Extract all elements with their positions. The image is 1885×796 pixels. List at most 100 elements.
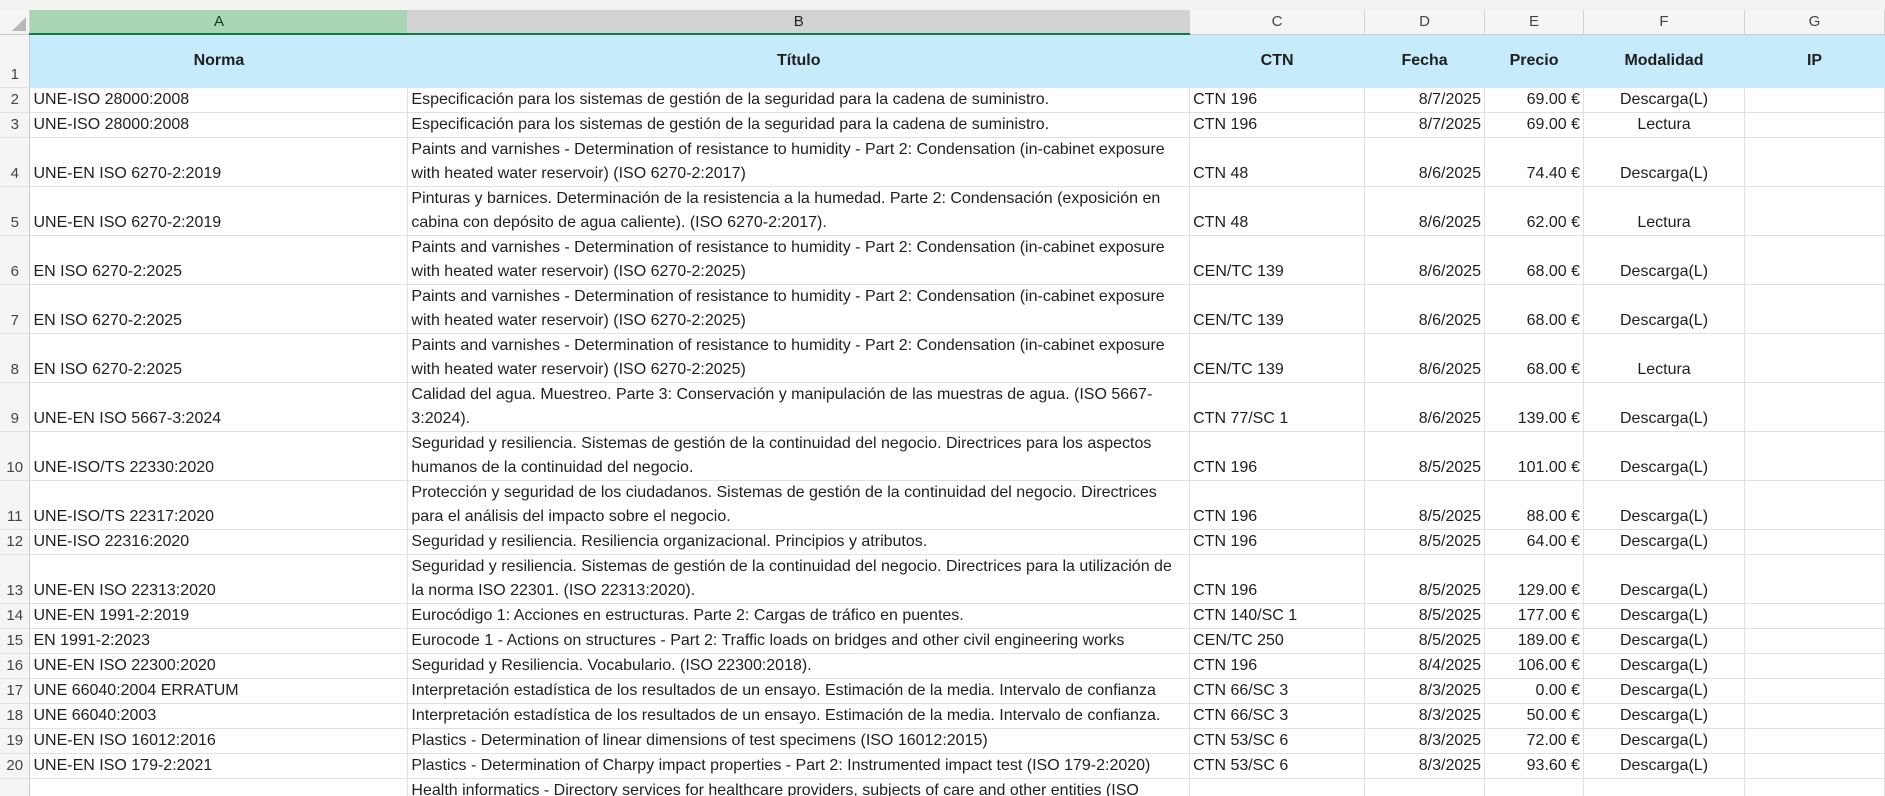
cell-modalidad[interactable]: Descarga(L) [1583, 653, 1745, 679]
cell-ip[interactable] [1744, 431, 1885, 481]
row-header[interactable]: 7 [0, 284, 31, 334]
cell-norma[interactable]: UNE-EN 1991-2:2019 [29, 603, 409, 629]
cell-fecha[interactable]: 8/3/2025 [1364, 778, 1486, 796]
cell-fecha[interactable]: 8/7/2025 [1364, 87, 1486, 113]
cell-precio[interactable]: 68.00 € [1484, 333, 1585, 383]
cell-norma[interactable]: EN 1991-2:2023 [29, 628, 409, 654]
row-header[interactable]: 17 [0, 678, 31, 704]
cell-fecha[interactable]: 8/5/2025 [1364, 554, 1486, 604]
cell-ctn[interactable]: CTN 196 [1189, 431, 1366, 481]
cell-modalidad[interactable]: Descarga(L) [1583, 382, 1745, 432]
cell-modalidad[interactable]: Descarga(L) [1583, 753, 1745, 779]
column-header-g[interactable]: G [1744, 10, 1885, 35]
cell-titulo[interactable]: Protección y seguridad de los ciudadanos… [407, 480, 1191, 530]
cell-titulo[interactable]: Calidad del agua. Muestreo. Parte 3: Con… [407, 382, 1191, 432]
cell-fecha[interactable]: 8/5/2025 [1364, 480, 1486, 530]
cell-ip[interactable] [1744, 480, 1885, 530]
cell-modalidad[interactable]: Descarga(L) [1583, 703, 1745, 729]
cell-modalidad[interactable]: Descarga(L) [1583, 284, 1745, 334]
cell-ip[interactable] [1744, 653, 1885, 679]
cell-precio[interactable]: 189.00 € [1484, 628, 1585, 654]
cell-norma[interactable]: UNE-ISO/TS 22317:2020 [29, 480, 409, 530]
cell-titulo[interactable]: Interpretación estadística de los result… [407, 678, 1191, 704]
cell-precio[interactable]: 177.00 € [1484, 603, 1585, 629]
cell-titulo[interactable]: Plastics - Determination of linear dimen… [407, 728, 1191, 754]
header-cell-titulo[interactable]: Título [407, 34, 1191, 88]
row-header[interactable]: 16 [0, 653, 31, 679]
cell-precio[interactable]: 129.00 € [1484, 554, 1585, 604]
cell-fecha[interactable]: 8/3/2025 [1364, 678, 1486, 704]
cell-precio[interactable]: 62.00 € [1484, 186, 1585, 236]
cell-modalidad[interactable]: Descarga(L) [1583, 235, 1745, 285]
cell-titulo[interactable]: Seguridad y resiliencia. Sistemas de ges… [407, 431, 1191, 481]
column-header-a[interactable]: A [29, 10, 409, 35]
cell-norma[interactable]: UNE-EN ISO 6270-2:2019 [29, 137, 409, 187]
row-header[interactable]: 8 [0, 333, 31, 383]
cell-modalidad[interactable]: Descarga(L) [1583, 678, 1745, 704]
cell-modalidad[interactable]: Descarga(L) [1583, 529, 1745, 555]
cell-norma[interactable]: UNE-EN ISO 22313:2020 [29, 554, 409, 604]
cell-fecha[interactable]: 8/6/2025 [1364, 235, 1486, 285]
row-header[interactable]: 15 [0, 628, 31, 654]
select-all-button[interactable] [0, 10, 31, 35]
cell-ip[interactable] [1744, 678, 1885, 704]
header-cell-norma[interactable]: Norma [29, 34, 409, 88]
cell-precio[interactable]: 0.00 € [1484, 678, 1585, 704]
row-header[interactable]: 3 [0, 112, 31, 138]
cell-precio[interactable]: 89.00 € [1484, 778, 1585, 796]
column-header-b[interactable]: B [407, 10, 1191, 35]
row-header[interactable]: 18 [0, 703, 31, 729]
cell-titulo[interactable]: Paints and varnishes - Determination of … [407, 137, 1191, 187]
cell-titulo[interactable]: Pinturas y barnices. Determinación de la… [407, 186, 1191, 236]
cell-fecha[interactable]: 8/6/2025 [1364, 186, 1486, 236]
cell-ctn[interactable]: CTN 196 [1189, 653, 1366, 679]
cell-ip[interactable] [1744, 186, 1885, 236]
cell-ip[interactable] [1744, 728, 1885, 754]
cell-norma[interactable]: EN ISO 6270-2:2025 [29, 284, 409, 334]
cell-titulo[interactable]: Paints and varnishes - Determination of … [407, 333, 1191, 383]
row-header[interactable]: 20 [0, 753, 31, 779]
row-header[interactable]: 14 [0, 603, 31, 629]
cell-ctn[interactable]: CEN/TC 139 [1189, 333, 1366, 383]
cell-fecha[interactable]: 8/6/2025 [1364, 284, 1486, 334]
cell-fecha[interactable]: 8/3/2025 [1364, 753, 1486, 779]
row-header[interactable]: 4 [0, 137, 31, 187]
cell-ctn[interactable]: CTN 139 [1189, 778, 1366, 796]
cell-norma[interactable]: UNE 66040:2003 [29, 703, 409, 729]
cell-ctn[interactable]: CTN 140/SC 1 [1189, 603, 1366, 629]
cell-modalidad[interactable]: Descarga(L) [1583, 87, 1745, 113]
header-cell-ctn[interactable]: CTN [1189, 34, 1366, 88]
row-header[interactable]: 10 [0, 431, 31, 481]
row-header[interactable]: 12 [0, 529, 31, 555]
cell-fecha[interactable]: 8/6/2025 [1364, 333, 1486, 383]
cell-norma[interactable]: UNE-EN ISO 5667-3:2024 [29, 382, 409, 432]
cell-fecha[interactable]: 8/5/2025 [1364, 431, 1486, 481]
cell-precio[interactable]: 74.40 € [1484, 137, 1585, 187]
cell-ctn[interactable]: CEN/TC 250 [1189, 628, 1366, 654]
cell-titulo[interactable]: Plastics - Determination of Charpy impac… [407, 753, 1191, 779]
cell-titulo[interactable]: Especificación para los sistemas de gest… [407, 112, 1191, 138]
cell-ctn[interactable]: CTN 53/SC 6 [1189, 728, 1366, 754]
header-cell-modalidad[interactable]: Modalidad [1583, 34, 1745, 88]
cell-ip[interactable] [1744, 284, 1885, 334]
header-cell-precio[interactable]: Precio [1484, 34, 1585, 88]
cell-titulo[interactable]: Seguridad y resiliencia. Sistemas de ges… [407, 554, 1191, 604]
cell-ctn[interactable]: CTN 196 [1189, 480, 1366, 530]
cell-ctn[interactable]: CTN 77/SC 1 [1189, 382, 1366, 432]
row-header[interactable]: 1 [0, 34, 31, 88]
row-header[interactable]: 9 [0, 382, 31, 432]
cell-norma[interactable]: UNE-ISO 22316:2020 [29, 529, 409, 555]
cell-ctn[interactable]: CTN 196 [1189, 112, 1366, 138]
row-header[interactable]: 6 [0, 235, 31, 285]
cell-precio[interactable]: 106.00 € [1484, 653, 1585, 679]
cell-norma[interactable]: EN ISO 6270-2:2025 [29, 333, 409, 383]
cell-fecha[interactable]: 8/5/2025 [1364, 529, 1486, 555]
cell-titulo[interactable]: Paints and varnishes - Determination of … [407, 284, 1191, 334]
column-header-c[interactable]: C [1189, 10, 1366, 35]
cell-ctn[interactable]: CTN 66/SC 3 [1189, 678, 1366, 704]
column-header-f[interactable]: F [1583, 10, 1745, 35]
cell-precio[interactable]: 69.00 € [1484, 87, 1585, 113]
cell-fecha[interactable]: 8/3/2025 [1364, 703, 1486, 729]
cell-precio[interactable]: 139.00 € [1484, 382, 1585, 432]
cell-ip[interactable] [1744, 529, 1885, 555]
